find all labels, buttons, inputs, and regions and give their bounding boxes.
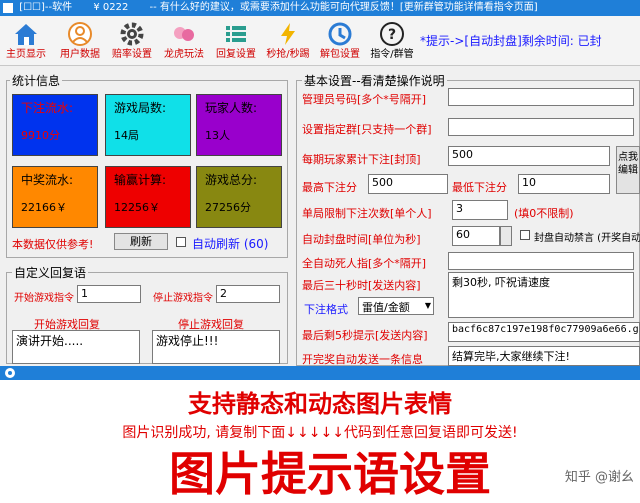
bet-format-select[interactable]: 雷值/金额 ▼ bbox=[358, 297, 434, 315]
auto-send-input[interactable]: 结算完毕,大家继续下注! bbox=[448, 346, 640, 366]
stat-profit: 输赢计算: 12256￥ bbox=[105, 166, 191, 228]
stop-cmd-input[interactable]: 2 bbox=[216, 285, 280, 303]
auto-refresh-checkbox[interactable] bbox=[176, 237, 186, 247]
close-mute-checkbox[interactable] bbox=[520, 230, 530, 240]
toolbar-home[interactable]: 主页显示 bbox=[2, 18, 50, 64]
toolbar-grab-kick[interactable]: 秒抢/秒踢 bbox=[264, 18, 312, 64]
user-icon bbox=[68, 22, 92, 46]
app-version: ¥ 0222 bbox=[93, 2, 129, 13]
overlay-instruction: 图片识别成功, 请复制下面↓↓↓↓↓代码到任意回复语即可发送! bbox=[122, 425, 518, 441]
stat-total-score-value: 27256分 bbox=[205, 201, 251, 214]
admin-label: 管理员号码[多个*号隔开] bbox=[302, 93, 427, 106]
basic-settings-title: 基本设置--看清楚操作说明 bbox=[302, 72, 447, 89]
stat-win-flow: 中奖流水: 22166￥ bbox=[12, 166, 98, 228]
app-slogan: -- 有什么好的建议，或需要添加什么功能可向代理反馈！[更新群管功能详情看指令页… bbox=[149, 2, 538, 13]
close-time-spinner[interactable] bbox=[500, 226, 512, 246]
refresh-button[interactable]: 刷新 bbox=[114, 233, 168, 250]
svg-text:?: ? bbox=[388, 27, 396, 43]
stat-bet-flow-label: 下注流水: bbox=[21, 101, 74, 115]
app-title: [☐☐]--软件 bbox=[19, 2, 73, 13]
limit-label: 单局限制下注次数[单个人] bbox=[302, 207, 432, 220]
overlay-heading: 支持静态和动态图片表情 bbox=[188, 390, 452, 418]
toolbar-reply-settings-label: 回复设置 bbox=[216, 49, 256, 60]
toolbar-grab-kick-label: 秒抢/秒踢 bbox=[266, 49, 310, 60]
stats-note: 本数据仅供参考! bbox=[12, 238, 94, 251]
stat-rounds-label: 游戏局数: bbox=[114, 101, 167, 115]
last30-input[interactable]: 剩30秒, 吓祝请速度 bbox=[448, 272, 634, 318]
stat-win-flow-value: 22166￥ bbox=[21, 201, 67, 214]
stop-cmd-label: 停止游戏指令 bbox=[153, 293, 213, 304]
status-marquee: *提示->[自动封盘]剩余时间: 已封 bbox=[420, 34, 602, 48]
list-icon bbox=[226, 26, 246, 42]
toolbar-reply-settings[interactable]: 回复设置 bbox=[212, 18, 260, 64]
auto-send-label: 开完奖自动发送一条信息 bbox=[302, 353, 423, 366]
settings-icon bbox=[5, 368, 15, 378]
package-icon bbox=[328, 22, 352, 46]
dragon-tiger-icon bbox=[174, 27, 194, 41]
stat-bet-flow-value: 9910分 bbox=[21, 129, 60, 142]
max-bet-input[interactable]: 500 bbox=[368, 174, 448, 194]
toolbar-odds-label: 赔率设置 bbox=[112, 49, 152, 60]
toolbar-commands[interactable]: ? 指令/群管 bbox=[368, 18, 416, 64]
last30-label: 最后三十秒时[发送内容] bbox=[302, 279, 421, 292]
toolbar-unpack-label: 解包设置 bbox=[320, 49, 360, 60]
toolbar-dragon-tiger-label: 龙虎玩法 bbox=[164, 49, 204, 60]
auto-at-input[interactable] bbox=[448, 252, 634, 270]
overlay-big-text: 图片提示语设置 bbox=[169, 447, 491, 501]
start-cmd-label: 开始游戏指令 bbox=[14, 293, 74, 304]
stat-profit-value: 12256￥ bbox=[114, 201, 160, 214]
max-bet-label: 最高下注分 bbox=[302, 181, 357, 194]
stat-players-label: 玩家人数: bbox=[205, 101, 258, 115]
toolbar-unpack[interactable]: 解包设置 bbox=[316, 18, 364, 64]
custom-reply-title: 自定义回复语 bbox=[12, 264, 89, 281]
admin-input[interactable] bbox=[448, 88, 634, 106]
close-time-label: 自动封盘时间[单位为秒] bbox=[302, 233, 421, 246]
limit-hint: (填0不限制) bbox=[514, 207, 574, 220]
toolbar-dragon-tiger[interactable]: 龙虎玩法 bbox=[160, 18, 208, 64]
limit-input[interactable]: 3 bbox=[452, 200, 508, 220]
home-icon bbox=[15, 24, 37, 45]
last5-input[interactable]: bacf6c87c197e198f0c77909a6e66.gi bbox=[448, 322, 640, 342]
overlay-bar bbox=[0, 366, 640, 380]
stat-win-flow-label: 中奖流水: bbox=[21, 173, 74, 187]
stat-bet-flow: 下注流水: 9910分 bbox=[12, 94, 98, 156]
stat-total-score-label: 游戏总分: bbox=[205, 173, 258, 187]
stop-reply-textarea[interactable]: 游戏停止!!! bbox=[152, 330, 280, 364]
stat-rounds-value: 14局 bbox=[114, 129, 139, 142]
bet-format-value: 雷值/金额 bbox=[362, 301, 410, 314]
bet-format-label: 下注格式 bbox=[304, 303, 348, 316]
stat-profit-label: 输赢计算: bbox=[114, 173, 167, 187]
close-time-input[interactable]: 60 bbox=[452, 226, 500, 246]
stat-players-value: 13人 bbox=[205, 129, 230, 142]
start-cmd-input[interactable]: 1 bbox=[77, 285, 141, 303]
auto-refresh-label: 自动刷新 (60) bbox=[192, 237, 269, 251]
gear-icon bbox=[120, 22, 144, 46]
stats-title: 统计信息 bbox=[10, 72, 63, 89]
min-bet-input[interactable]: 10 bbox=[518, 174, 610, 194]
start-reply-textarea[interactable]: 演讲开始..... bbox=[12, 330, 140, 364]
toolbar-odds[interactable]: 赔率设置 bbox=[108, 18, 156, 64]
toolbar-commands-label: 指令/群管 bbox=[370, 49, 414, 60]
auto-at-label: 全自动死人指[多个*隔开] bbox=[302, 257, 427, 270]
flash-icon bbox=[281, 23, 295, 45]
stat-total-score: 游戏总分: 27256分 bbox=[196, 166, 282, 228]
group-label: 设置指定群[只支持一个群] bbox=[302, 123, 432, 136]
watermark: 知乎 @谢幺 bbox=[564, 470, 634, 485]
toolbar-user-data-label: 用户数据 bbox=[60, 49, 100, 60]
cap-label: 每期玩家累计下注[封顶] bbox=[302, 153, 421, 166]
cap-input[interactable]: 500 bbox=[448, 146, 610, 166]
chevron-down-icon: ▼ bbox=[424, 301, 431, 310]
toolbar-user-data[interactable]: 用户数据 bbox=[56, 18, 104, 64]
app-icon bbox=[3, 3, 13, 13]
last5-label: 最后剩5秒提示[发送内容] bbox=[302, 329, 428, 342]
stat-players: 玩家人数: 13人 bbox=[196, 94, 282, 156]
toolbar-home-label: 主页显示 bbox=[6, 49, 46, 60]
stat-rounds: 游戏局数: 14局 bbox=[105, 94, 191, 156]
min-bet-label: 最低下注分 bbox=[452, 181, 507, 194]
edit-button[interactable]: 点我编辑 bbox=[616, 146, 640, 194]
question-icon: ? bbox=[380, 22, 404, 46]
close-mute-label: 封盘自动禁言 (开奖自动解 bbox=[534, 233, 640, 244]
title-bar: [☐☐]--软件 ¥ 0222 -- 有什么好的建议，或需要添加什么功能可向代理… bbox=[0, 0, 640, 16]
group-input[interactable] bbox=[448, 118, 634, 136]
